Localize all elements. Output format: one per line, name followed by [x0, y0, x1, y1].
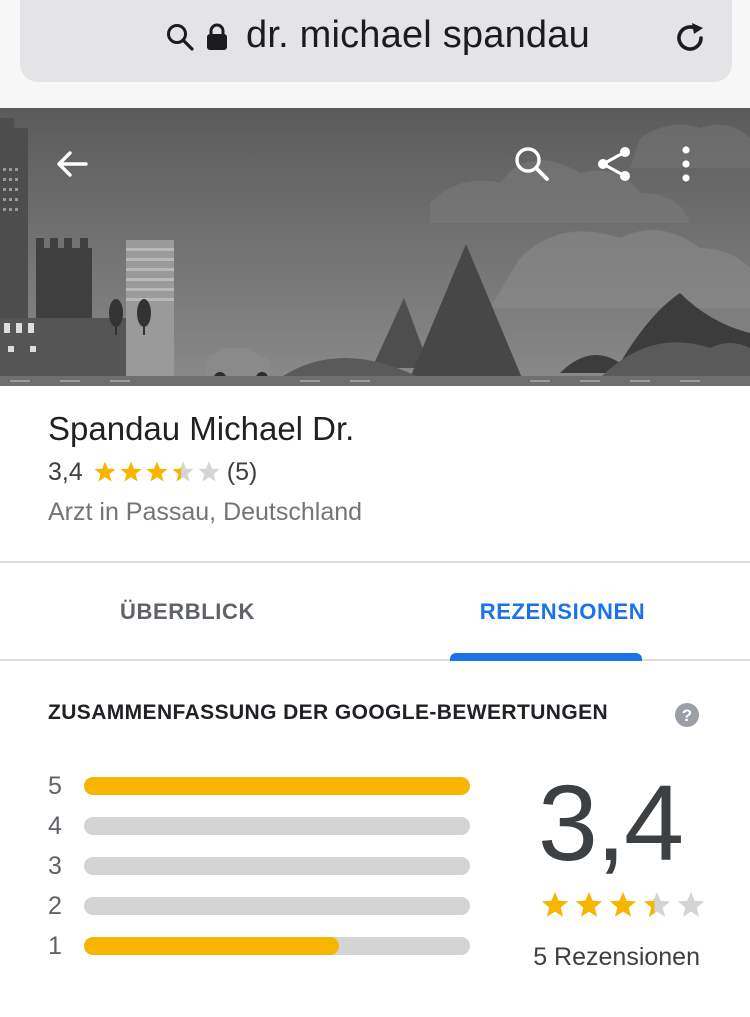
share-button[interactable] [588, 138, 640, 190]
active-tab-indicator [450, 653, 642, 661]
average-score: 3,4 [537, 762, 684, 883]
bar-track [84, 817, 470, 835]
browser-toolbar: dr. michael spandau [0, 0, 750, 108]
place-category: Arzt in Passau, Deutschland [48, 498, 363, 526]
rating-value: 3,4 [48, 457, 83, 486]
review-count-short: (5) [226, 457, 258, 486]
search-button[interactable] [506, 138, 558, 190]
bar-fill [84, 937, 339, 955]
star-icon [120, 461, 142, 482]
bar-track [84, 777, 470, 795]
rating-row[interactable]: 3,4 (5) [48, 456, 257, 488]
back-arrow-icon [57, 151, 88, 177]
tab-reviews[interactable]: REZENSIONEN [375, 563, 750, 661]
search-icon [167, 24, 194, 51]
place-header: Spandau Michael Dr. 3,4 (5) Arzt in Pass… [0, 386, 750, 563]
star-icon [541, 891, 569, 917]
summary-title: ZUSAMMENFASSUNG DER GOOGLE-BEWERTUNGEN [48, 701, 609, 724]
star-icon [575, 891, 603, 917]
bar-label: 5 [48, 772, 62, 800]
bar-track [84, 937, 470, 955]
more-vert-icon [682, 146, 690, 182]
search-icon [515, 147, 549, 181]
rating-stars [93, 460, 221, 484]
url-text[interactable]: dr. michael spandau [246, 14, 590, 57]
rating-bar-5: 5 [48, 770, 478, 802]
rating-bar-1: 1 [48, 930, 478, 962]
star-icon [643, 891, 671, 917]
star-icon [198, 461, 220, 482]
tab-overview[interactable]: ÜBERBLICK [0, 563, 375, 661]
star-icon [677, 891, 705, 917]
lock-icon [207, 23, 227, 50]
star-icon [146, 461, 168, 482]
back-button[interactable] [46, 138, 98, 190]
place-name: Spandau Michael Dr. [48, 410, 355, 447]
bar-label: 1 [48, 932, 62, 960]
star-icon [609, 891, 637, 917]
hero-illustration [0, 108, 750, 386]
rating-bar-2: 2 [48, 890, 478, 922]
tab-bar: ÜBERBLICK REZENSIONEN [0, 563, 750, 661]
bar-fill [84, 777, 470, 795]
bar-track [84, 857, 470, 875]
average-score-stars [540, 890, 706, 920]
bar-label: 3 [48, 852, 62, 880]
help-icon[interactable]: ? [674, 702, 700, 728]
reload-icon[interactable] [670, 18, 710, 58]
svg-text:?: ? [682, 706, 692, 725]
share-icon [598, 147, 630, 181]
rating-bar-3: 3 [48, 850, 478, 882]
address-bar[interactable]: dr. michael spandau [20, 0, 732, 82]
review-count[interactable]: 5 Rezensionen [500, 943, 700, 972]
rating-bar-4: 4 [48, 810, 478, 842]
more-options-button[interactable] [660, 138, 712, 190]
star-icon [172, 461, 194, 482]
star-icon [94, 461, 116, 482]
bar-label: 4 [48, 812, 62, 840]
bar-track [84, 897, 470, 915]
bar-label: 2 [48, 892, 62, 920]
